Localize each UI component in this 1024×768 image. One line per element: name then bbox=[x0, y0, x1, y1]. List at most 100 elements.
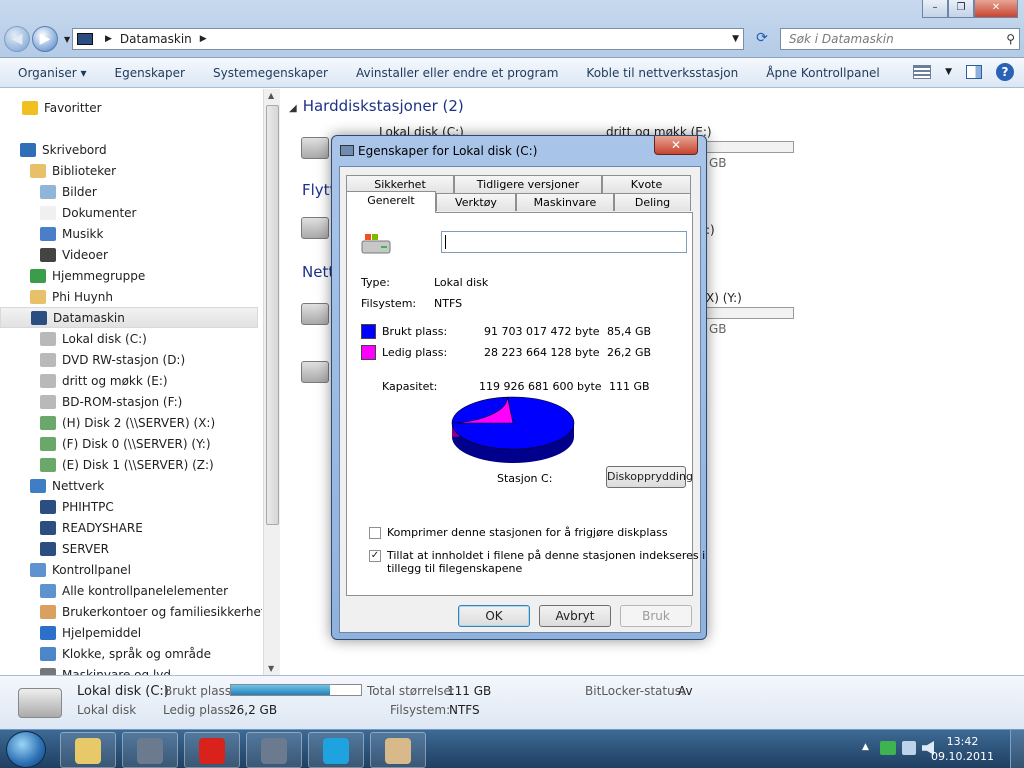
chevron-down-icon[interactable]: ▼ bbox=[732, 34, 739, 44]
sidebar-item-biblioteker[interactable]: Biblioteker bbox=[0, 160, 116, 181]
sidebar-item-e-disk-1-server-z[interactable]: (E) Disk 1 (\\SERVER) (Z:) bbox=[0, 454, 214, 475]
sidebar-item-lokal-disk-c[interactable]: Lokal disk (C:) bbox=[0, 328, 147, 349]
properties-button[interactable]: Egenskaper bbox=[101, 66, 199, 80]
navigation-scrollbar[interactable]: ▲ ▼ bbox=[263, 89, 280, 675]
organize-button[interactable]: Organiser ▾ bbox=[0, 66, 101, 80]
sidebar-item-bd-rom-stasjon-f[interactable]: BD-ROM-stasjon (F:) bbox=[0, 391, 182, 412]
sidebar-item-phi-huynh[interactable]: Phi Huynh bbox=[0, 286, 113, 307]
sidebar-item-datamaskin[interactable]: Datamaskin bbox=[0, 307, 258, 328]
computer-icon bbox=[40, 541, 56, 556]
details-pane: Lokal disk (C:) Lokal disk Brukt plass: … bbox=[0, 675, 1024, 729]
sidebar-item-label: Hjemmegruppe bbox=[52, 268, 146, 283]
dvd-drive-icon[interactable] bbox=[301, 217, 329, 239]
details-usage-fill bbox=[231, 685, 331, 695]
starcraft-taskbar-button[interactable] bbox=[122, 732, 178, 768]
network-drive-z-icon[interactable] bbox=[301, 361, 329, 383]
sidebar-item-f-disk-0-server-y[interactable]: (F) Disk 0 (\\SERVER) (Y:) bbox=[0, 433, 211, 454]
system-properties-button[interactable]: Systemegenskaper bbox=[199, 66, 342, 80]
sidebar-item-skrivebord[interactable]: Skrivebord bbox=[0, 139, 107, 160]
search-input[interactable]: Søk i Datamaskin ⚲ bbox=[780, 28, 1020, 50]
chevron-right-icon[interactable]: ▶ bbox=[200, 34, 207, 44]
paint-taskbar-button[interactable] bbox=[370, 732, 426, 768]
free-space-bytes: 28 223 664 128 byte bbox=[484, 346, 600, 359]
recent-pages-dropdown[interactable]: ▼ bbox=[64, 35, 70, 44]
tab-previous-versions[interactable]: Tidligere versjoner bbox=[454, 175, 602, 193]
sidebar-item-readyshare[interactable]: READYSHARE bbox=[0, 517, 143, 538]
drive-y-label-fragment[interactable]: X) (Y:) bbox=[706, 291, 742, 305]
sidebar-item-h-disk-2-server-x[interactable]: (H) Disk 2 (\\SERVER) (X:) bbox=[0, 412, 215, 433]
sidebar-item-brukerkontoer-og-familiesikkerhet[interactable]: Brukerkontoer og familiesikkerhet bbox=[0, 601, 262, 622]
close-button[interactable]: ✕ bbox=[974, 0, 1018, 18]
minimize-button[interactable]: – bbox=[922, 0, 948, 18]
show-hidden-icons-icon[interactable]: ▲ bbox=[862, 742, 869, 752]
dialog-close-button[interactable]: ✕ bbox=[654, 136, 698, 155]
change-view-icon[interactable] bbox=[913, 65, 932, 79]
chevron-right-icon[interactable]: ▶ bbox=[105, 34, 112, 44]
sidebar-item-hjemmegruppe[interactable]: Hjemmegruppe bbox=[0, 265, 145, 286]
group-header-harddisks[interactable]: ◢ Harddiskstasjoner (2) bbox=[289, 97, 464, 115]
forward-button[interactable]: ▶ bbox=[32, 26, 58, 52]
map-network-drive-button[interactable]: Koble til nettverksstasjon bbox=[572, 66, 752, 80]
drive-name-input[interactable] bbox=[441, 231, 687, 253]
sidebar-item-alle-kontrollpanelelementer[interactable]: Alle kontrollpanelelementer bbox=[0, 580, 228, 601]
help-icon[interactable]: ? bbox=[996, 63, 1014, 81]
tab-sharing[interactable]: Deling bbox=[614, 193, 691, 211]
accessibility-icon bbox=[40, 625, 56, 640]
show-desktop-button[interactable] bbox=[1010, 730, 1024, 768]
videos-icon bbox=[40, 247, 56, 262]
explorer-taskbar-button[interactable] bbox=[60, 732, 116, 768]
chevron-down-icon[interactable]: ▼ bbox=[945, 67, 952, 77]
sidebar-item-maskinvare-og-lyd[interactable]: Maskinvare og lyd bbox=[0, 664, 171, 675]
index-label-line1[interactable]: Tillat at innholdet i filene på denne st… bbox=[387, 549, 705, 562]
index-label-line2[interactable]: tillegg til filegenskapene bbox=[387, 562, 522, 575]
skype-taskbar-button[interactable] bbox=[308, 732, 364, 768]
compress-checkbox[interactable] bbox=[369, 527, 381, 539]
sidebar-item-klokke-språk-og-område[interactable]: Klokke, språk og område bbox=[0, 643, 211, 664]
index-checkbox[interactable]: ✓ bbox=[369, 550, 381, 562]
sidebar-item-kontrollpanel[interactable]: Kontrollpanel bbox=[0, 559, 131, 580]
sidebar-item-nettverk[interactable]: Nettverk bbox=[0, 475, 104, 496]
action-center-icon[interactable] bbox=[880, 741, 896, 755]
drive-c-icon[interactable] bbox=[301, 137, 329, 159]
disk-cleanup-button[interactable]: Diskopprydding bbox=[606, 466, 693, 488]
sidebar-item-bilder[interactable]: Bilder bbox=[0, 181, 97, 202]
sidebar-item-dritt-og-møkk-e[interactable]: dritt og møkk (E:) bbox=[0, 370, 168, 391]
scroll-down-icon[interactable]: ▼ bbox=[268, 664, 274, 673]
ok-button[interactable]: OK bbox=[458, 605, 530, 627]
sidebar-item-videoer[interactable]: Videoer bbox=[0, 244, 108, 265]
opera-taskbar-button[interactable] bbox=[184, 732, 240, 768]
tab-hardware[interactable]: Maskinvare bbox=[516, 193, 614, 211]
tab-quota[interactable]: Kvote bbox=[602, 175, 691, 193]
open-control-panel-button[interactable]: Åpne Kontrollpanel bbox=[752, 66, 894, 80]
network-status-icon[interactable] bbox=[902, 741, 916, 755]
sidebar-item-dvd-rw-stasjon-d[interactable]: DVD RW-stasjon (D:) bbox=[0, 349, 185, 370]
search-icon[interactable]: ⚲ bbox=[1006, 29, 1015, 49]
tab-general[interactable]: Generelt bbox=[346, 191, 436, 213]
sidebar-item-server[interactable]: SERVER bbox=[0, 538, 109, 559]
sidebar-item-phihtpc[interactable]: PHIHTPC bbox=[0, 496, 114, 517]
preview-pane-icon[interactable] bbox=[966, 65, 982, 79]
apply-button[interactable]: Bruk bbox=[620, 605, 692, 627]
tab-tools[interactable]: Verktøy bbox=[436, 193, 516, 211]
maximize-button[interactable]: ❐ bbox=[948, 0, 974, 18]
starcraft2-taskbar-button[interactable] bbox=[246, 732, 302, 768]
address-location[interactable]: Datamaskin bbox=[120, 32, 192, 46]
address-bar[interactable]: ▶ Datamaskin ▶ ▼ bbox=[72, 28, 744, 50]
sidebar-item-hjelpemiddel[interactable]: Hjelpemiddel bbox=[0, 622, 141, 643]
compress-label[interactable]: Komprimer denne stasjonen for å frigjøre… bbox=[387, 526, 668, 539]
sidebar-item-musikk[interactable]: Musikk bbox=[0, 223, 103, 244]
uninstall-button[interactable]: Avinstaller eller endre et program bbox=[342, 66, 572, 80]
network-drive-x-icon[interactable] bbox=[301, 303, 329, 325]
back-button[interactable]: ◀ bbox=[4, 26, 30, 52]
collapse-icon[interactable]: ◢ bbox=[289, 103, 297, 114]
cancel-button[interactable]: Avbryt bbox=[539, 605, 611, 627]
group-header-network[interactable]: Nett bbox=[302, 263, 334, 281]
scrollbar-thumb[interactable] bbox=[266, 105, 279, 525]
sidebar-item-favoritter[interactable]: Favoritter bbox=[0, 97, 102, 118]
scroll-up-icon[interactable]: ▲ bbox=[268, 91, 274, 100]
clock[interactable]: 13:42 09.10.2011 bbox=[931, 734, 994, 764]
sidebar-item-dokumenter[interactable]: Dokumenter bbox=[0, 202, 136, 223]
drive-d-fragment[interactable]: :) bbox=[706, 223, 715, 237]
refresh-button[interactable]: ⟳ bbox=[750, 28, 774, 50]
start-button[interactable] bbox=[6, 731, 46, 768]
